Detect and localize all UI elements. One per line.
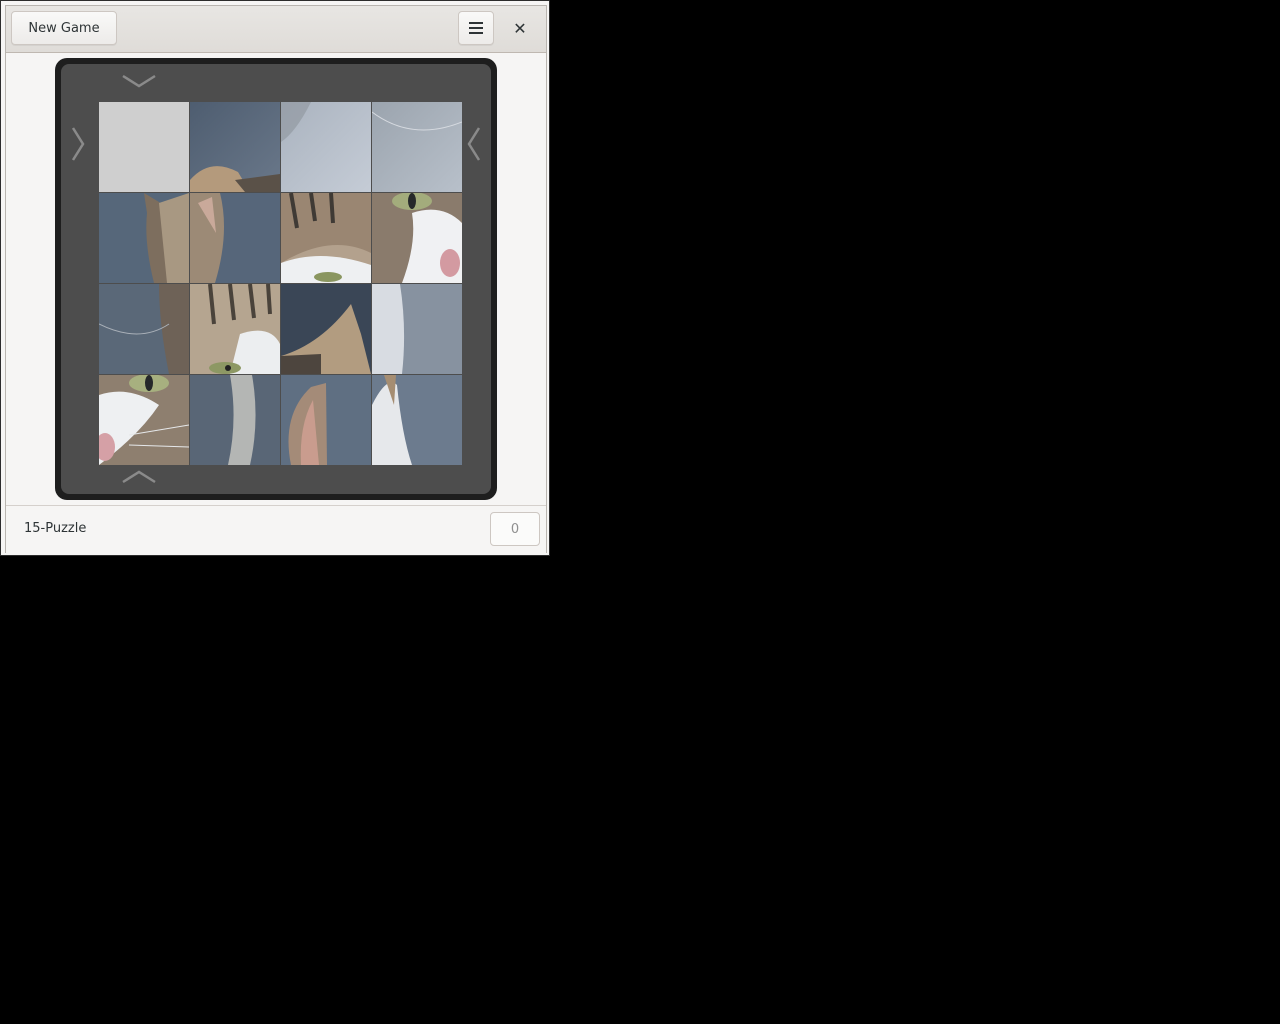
puzzle-tile[interactable] [281,375,371,465]
header-bar: New Game ✕ [6,6,546,53]
close-button[interactable]: ✕ [506,14,534,42]
puzzle-tile[interactable] [372,375,462,465]
puzzle-board [61,64,491,494]
hamburger-menu-icon [469,22,483,34]
puzzle-window: New Game ✕ 15-Puzzle 0 [0,0,550,556]
puzzle-tile[interactable] [281,284,371,374]
slide-up-arrow[interactable] [121,468,157,486]
new-game-label: New Game [28,20,100,36]
puzzle-tile[interactable] [372,193,462,283]
puzzle-tile[interactable] [190,102,280,192]
close-icon: ✕ [513,18,527,38]
puzzle-tile[interactable] [281,102,371,192]
tile-grid [99,102,463,466]
puzzle-tile[interactable] [372,284,462,374]
puzzle-tile[interactable] [190,193,280,283]
puzzle-board-frame [55,58,497,500]
puzzle-tile[interactable] [99,284,189,374]
puzzle-tile[interactable] [281,193,371,283]
slide-right-arrow[interactable] [69,126,87,162]
main-menu-button[interactable] [458,11,494,45]
window-content: New Game ✕ 15-Puzzle 0 [5,5,547,553]
slide-down-arrow[interactable] [121,72,157,90]
puzzle-tile[interactable] [372,102,462,192]
puzzle-tile[interactable] [190,375,280,465]
new-game-button[interactable]: New Game [11,11,117,45]
puzzle-tile[interactable] [190,284,280,374]
slide-left-arrow[interactable] [465,126,483,162]
moves-value: 0 [510,521,520,537]
empty-tile [99,102,189,192]
puzzle-tile[interactable] [99,375,189,465]
game-title: 15-Puzzle [24,521,87,536]
status-bar: 15-Puzzle 0 [6,505,546,553]
moves-counter: 0 [490,512,540,546]
puzzle-tile[interactable] [99,193,189,283]
